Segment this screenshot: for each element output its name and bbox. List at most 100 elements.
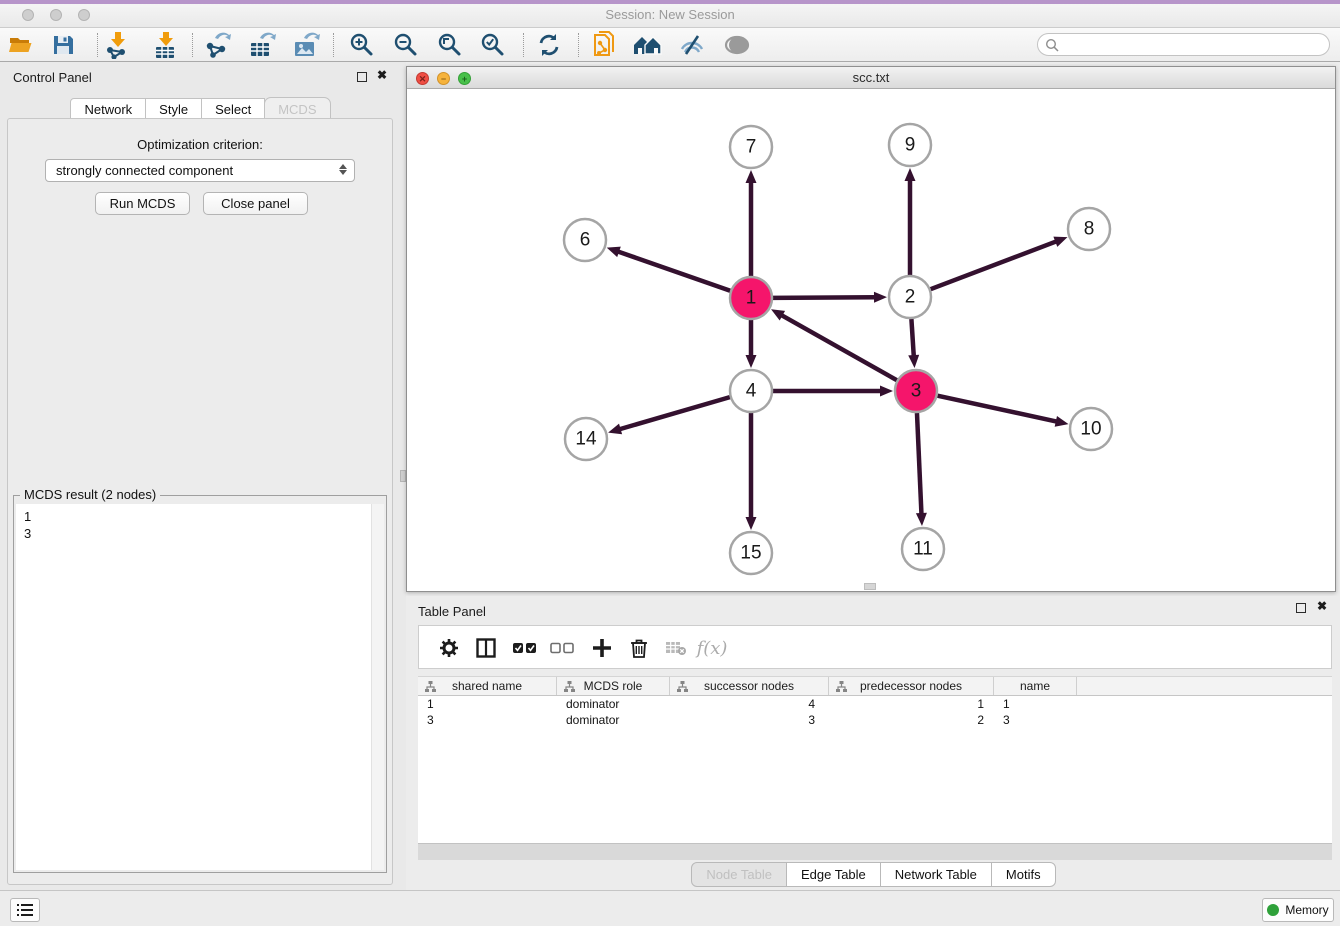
table-header-row: shared name MCDS role successor nodes pr… <box>418 677 1332 696</box>
table-bottom-strip <box>418 843 1332 860</box>
zoom-fit-icon[interactable] <box>433 30 467 60</box>
deselect-all-checks-icon[interactable] <box>549 635 575 661</box>
control-panel-header: Control Panel ✖ <box>0 62 400 92</box>
table-row[interactable]: 1dominator411 <box>418 696 1332 712</box>
run-mcds-button[interactable]: Run MCDS <box>95 192 190 215</box>
tab-edge-table[interactable]: Edge Table <box>786 862 881 887</box>
column-header-shared-name[interactable]: shared name <box>418 677 557 695</box>
mcds-panel: Optimization criterion: strongly connect… <box>7 118 393 885</box>
table-cell: 3 <box>670 712 829 728</box>
toolbar-separator <box>97 33 98 57</box>
close-panel-icon[interactable]: ✖ <box>377 68 387 82</box>
float-table-panel-icon[interactable] <box>1296 603 1306 613</box>
show-all-icon[interactable] <box>720 30 754 60</box>
close-panel-button[interactable]: Close panel <box>203 192 308 215</box>
search-field[interactable] <box>1037 33 1330 56</box>
mcds-result-box[interactable]: 1 3 <box>16 504 384 870</box>
network-canvas-svg: 7968124314101511 <box>407 89 1335 591</box>
export-table-icon[interactable] <box>245 30 279 60</box>
select-stepper-icon <box>339 164 347 175</box>
table-cell: 3 <box>418 712 557 728</box>
table-cell: 1 <box>418 696 557 712</box>
export-image-icon[interactable] <box>289 30 323 60</box>
table-cell: 1 <box>829 696 994 712</box>
toolbar-separator <box>333 33 334 57</box>
memory-label: Memory <box>1285 903 1328 917</box>
export-network-icon[interactable] <box>201 30 235 60</box>
select-all-checks-icon[interactable] <box>512 635 538 661</box>
svg-text:8: 8 <box>1084 219 1095 240</box>
svg-text:15: 15 <box>740 543 761 564</box>
save-session-icon[interactable] <box>46 30 80 60</box>
network-from-selection-icon[interactable] <box>588 30 622 60</box>
toolbar-separator <box>523 33 524 57</box>
settings-gear-icon[interactable] <box>436 635 462 661</box>
tab-network-table[interactable]: Network Table <box>880 862 992 887</box>
window-title: Session: New Session <box>0 4 1340 28</box>
network-window-title: scc.txt <box>407 67 1335 89</box>
criterion-value: strongly connected component <box>56 163 233 178</box>
node-table[interactable]: shared name MCDS role successor nodes pr… <box>418 676 1332 843</box>
refresh-layout-icon[interactable] <box>532 30 566 60</box>
tab-motifs[interactable]: Motifs <box>991 862 1056 887</box>
svg-text:2: 2 <box>905 287 916 308</box>
toolbar-separator <box>578 33 579 57</box>
function-builder-icon[interactable]: f(x) <box>699 635 725 661</box>
table-body: 1dominator4113dominator323 <box>418 696 1332 728</box>
column-header-mcds-role[interactable]: MCDS role <box>557 677 670 695</box>
table-panel-header: Table Panel ✖ <box>406 596 1340 626</box>
application-window: Session: New Session <box>0 0 1340 926</box>
svg-text:14: 14 <box>575 429 597 450</box>
delete-table-icon[interactable] <box>663 635 689 661</box>
criterion-select[interactable]: strongly connected component <box>45 159 355 182</box>
list-icon <box>17 903 33 917</box>
table-cell: dominator <box>557 712 670 728</box>
control-panel: Control Panel ✖ Network Style Select MCD… <box>0 62 400 890</box>
table-cell: dominator <box>557 696 670 712</box>
network-window-titlebar[interactable]: ✕ − + scc.txt <box>407 67 1335 89</box>
mcds-result-group: MCDS result (2 nodes) 1 3 <box>13 495 387 873</box>
hide-selected-icon[interactable] <box>675 30 709 60</box>
column-type-icon <box>836 681 847 692</box>
optimization-criterion-label: Optimization criterion: <box>8 137 392 152</box>
column-header-successor-nodes[interactable]: successor nodes <box>670 677 829 695</box>
zoom-selected-icon[interactable] <box>476 30 510 60</box>
control-panel-title: Control Panel <box>13 70 92 85</box>
column-type-icon <box>425 681 436 692</box>
table-row[interactable]: 3dominator323 <box>418 712 1332 728</box>
column-type-icon <box>677 681 688 692</box>
table-toolbar: f(x) <box>418 625 1332 669</box>
add-row-icon[interactable] <box>589 635 615 661</box>
home-view-icon[interactable] <box>631 30 665 60</box>
float-panel-icon[interactable] <box>357 72 367 82</box>
column-type-icon <box>564 681 575 692</box>
memory-button[interactable]: Memory <box>1262 898 1334 922</box>
tab-node-table[interactable]: Node Table <box>691 862 787 887</box>
svg-text:4: 4 <box>746 381 757 402</box>
show-column-panel-icon[interactable] <box>473 635 499 661</box>
zoom-out-icon[interactable] <box>389 30 423 60</box>
result-scrollbar[interactable] <box>371 504 384 870</box>
import-table-icon[interactable] <box>148 30 182 60</box>
network-canvas[interactable]: 7968124314101511 <box>407 89 1335 591</box>
svg-text:10: 10 <box>1080 419 1101 440</box>
search-input[interactable] <box>1064 38 1329 52</box>
table-panel-title: Table Panel <box>418 604 486 619</box>
close-table-panel-icon[interactable]: ✖ <box>1317 599 1327 613</box>
titlebar: Session: New Session <box>0 0 1340 28</box>
task-history-button[interactable] <box>10 898 40 922</box>
toolbar-separator <box>192 33 193 57</box>
zoom-in-icon[interactable] <box>345 30 379 60</box>
network-window: ✕ − + scc.txt 7968124314101511 <box>406 66 1336 592</box>
status-bar: Memory <box>0 890 1340 926</box>
table-cell: 3 <box>994 712 1077 728</box>
column-header-predecessor-nodes[interactable]: predecessor nodes <box>829 677 994 695</box>
memory-status-icon <box>1267 904 1279 916</box>
table-panel: Table Panel ✖ <box>406 596 1340 890</box>
network-resize-grip[interactable] <box>864 583 876 590</box>
import-network-icon[interactable] <box>100 30 134 60</box>
svg-text:7: 7 <box>746 137 757 158</box>
column-header-name[interactable]: name <box>994 677 1077 695</box>
delete-row-trash-icon[interactable] <box>626 635 652 661</box>
open-session-icon[interactable] <box>4 30 38 60</box>
